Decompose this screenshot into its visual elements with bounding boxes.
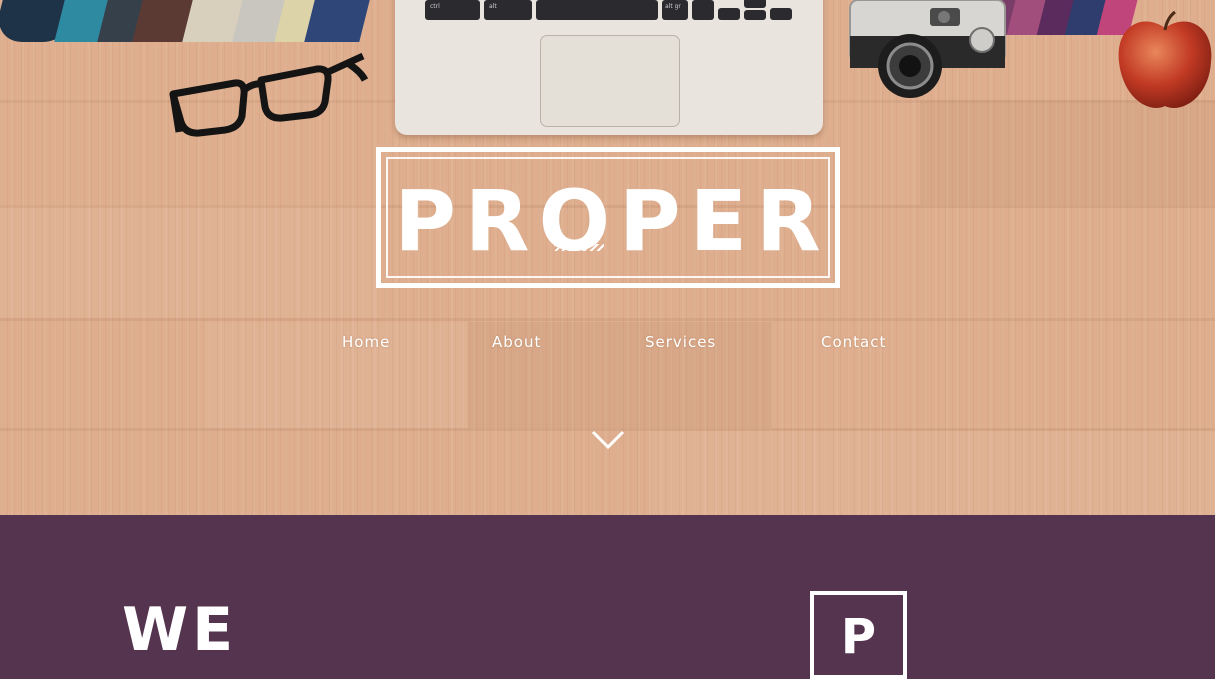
camera-illustration	[849, 0, 1006, 98]
apple-illustration	[1118, 10, 1212, 109]
intro-heading: WE	[122, 595, 238, 665]
wood-plank	[650, 431, 1215, 515]
wood-plank	[0, 205, 380, 318]
site-logo[interactable]: PROPER	[376, 147, 840, 288]
chevron-down-icon	[591, 430, 625, 450]
nav-services-link[interactable]: Services	[645, 333, 716, 351]
key-ctrl-label: ctrl	[430, 3, 440, 10]
intro-section: WE P	[0, 515, 1215, 679]
key-alt-label: alt	[489, 3, 497, 10]
nav-contact-link[interactable]: Contact	[821, 333, 886, 351]
laptop-illustration: ctrl alt alt gr	[395, 0, 823, 135]
trackpad	[540, 35, 680, 127]
nav-home-link[interactable]: Home	[342, 333, 390, 351]
main-nav: Home About Services Contact	[0, 333, 1215, 355]
key-altgr-label: alt gr	[665, 3, 681, 10]
logo-text: PROPER	[394, 172, 830, 270]
scroll-down-button[interactable]	[590, 428, 626, 452]
wood-plank	[920, 100, 1215, 205]
keyboard-row: ctrl alt alt gr	[425, 0, 793, 22]
nav-about-link[interactable]: About	[492, 333, 541, 351]
hero-section: ctrl alt alt gr PROPER Home About Servic…	[0, 0, 1215, 515]
p-badge-letter: P	[840, 609, 877, 665]
logo-stripes	[554, 244, 604, 251]
books-illustration	[0, 0, 375, 50]
p-badge-logo: P	[810, 591, 907, 679]
glasses-illustration	[169, 52, 369, 137]
